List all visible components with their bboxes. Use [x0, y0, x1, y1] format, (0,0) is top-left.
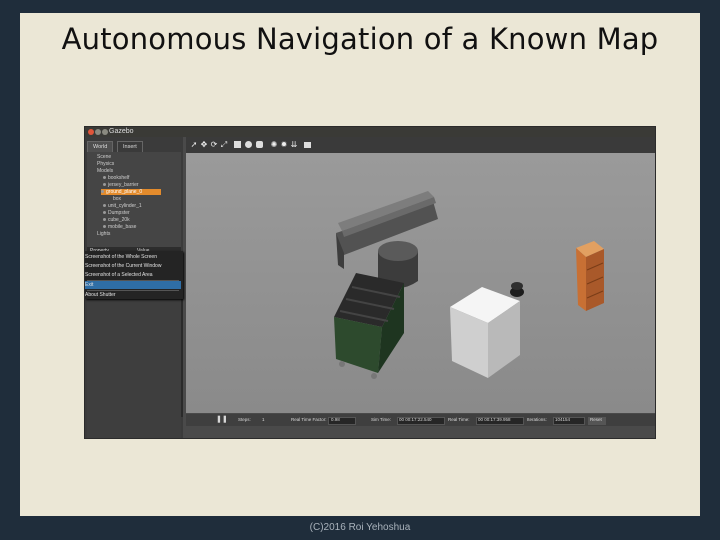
- model-bullet-icon: [103, 183, 106, 187]
- slide-title: Autonomous Navigation of a Known Map: [61, 22, 659, 56]
- tree-item-label: unit_cylinder_1: [108, 203, 142, 209]
- iterations-value: 104154: [555, 417, 571, 422]
- tree-item-label: jersey_barrier: [108, 182, 139, 188]
- box-shape-icon[interactable]: [234, 141, 241, 148]
- menu-item-screenshot-window[interactable]: Screenshot of the Current Window: [85, 262, 181, 270]
- toolbar: ➚ ✥ ⟳ ⤢ ✺ ✹ ⇊: [186, 137, 655, 153]
- tree-item-label: bookshelf: [108, 175, 130, 181]
- tree-item-box[interactable]: box: [113, 196, 121, 202]
- steps-value: 1: [262, 417, 265, 422]
- tree-item-cube[interactable]: cube_20k: [103, 217, 130, 223]
- tree-item-unit-cylinder[interactable]: unit_cylinder_1: [103, 203, 142, 209]
- real-time-value: 00 00:17:39.958: [478, 417, 511, 422]
- tree-item-label: mobile_base: [108, 224, 137, 230]
- spot-light-icon[interactable]: ✹: [280, 141, 288, 149]
- minimize-icon[interactable]: [95, 129, 101, 135]
- scene-viewport[interactable]: [186, 153, 655, 413]
- slide-footer: (C)2016 Roi Yehoshua: [309, 522, 411, 533]
- model-bullet-icon: [103, 225, 106, 229]
- tree-item-mobile-base[interactable]: mobile_base: [103, 224, 136, 230]
- model-bullet-icon: [103, 218, 106, 222]
- gazebo-window: Gazebo World Insert Scene Physics Models…: [84, 126, 656, 439]
- rtf-label: Real Time Factor:: [291, 417, 327, 422]
- model-bullet-icon: [101, 190, 104, 194]
- rtf-value: 0.98: [331, 417, 340, 422]
- iterations-label: Iterations:: [527, 417, 547, 422]
- close-icon[interactable]: [88, 129, 94, 135]
- window-titlebar: Gazebo: [85, 127, 655, 137]
- tree-item-dumpster[interactable]: Dumpster: [103, 210, 130, 216]
- menu-item-screenshot-area[interactable]: Screenshot of a Selected Area: [85, 271, 181, 279]
- tree-item-ground-plane[interactable]: ground_plane_0: [101, 189, 161, 195]
- tree-item-models[interactable]: Models: [97, 168, 113, 174]
- sim-time-label: Sim Time:: [371, 417, 392, 422]
- cylinder-shape-icon[interactable]: [256, 141, 263, 148]
- model-bullet-icon: [103, 211, 106, 215]
- context-menu: Screenshot of the Whole Screen Screensho…: [85, 251, 183, 299]
- world-tree: Scene Physics Models bookshelf jersey_ba…: [87, 152, 181, 247]
- tree-item-lights[interactable]: Lights: [97, 231, 110, 237]
- bookshelf[interactable]: [576, 241, 604, 311]
- menu-item-screenshot-screen[interactable]: Screenshot of the Whole Screen: [85, 253, 181, 261]
- translate-icon[interactable]: ✥: [200, 141, 208, 149]
- model-bullet-icon: [103, 176, 106, 180]
- tree-item-physics[interactable]: Physics: [97, 161, 114, 167]
- sim-time-value: 00 00:17:22.540: [399, 417, 432, 422]
- pause-icon[interactable]: ❚❚: [216, 414, 228, 426]
- directional-light-icon[interactable]: ⇊: [290, 141, 298, 149]
- rotate-icon[interactable]: ⟳: [210, 141, 218, 149]
- menu-item-exit[interactable]: Exit: [85, 281, 181, 289]
- select-arrow-icon[interactable]: ➚: [190, 141, 198, 149]
- scale-icon[interactable]: ⤢: [220, 141, 228, 149]
- model-bullet-icon: [103, 204, 106, 208]
- real-time-label: Real Time:: [448, 417, 470, 422]
- tree-item-bookshelf[interactable]: bookshelf: [103, 175, 129, 181]
- tree-item-label: Dumpster: [108, 210, 130, 216]
- sphere-shape-icon[interactable]: [245, 141, 252, 148]
- tree-item-jersey-barrier[interactable]: jersey_barrier: [103, 182, 139, 188]
- window-title: Gazebo: [109, 128, 134, 135]
- status-bar: ❚❚ Steps: 1 Real Time Factor: 0.98 Sim T…: [186, 414, 655, 426]
- tree-item-scene[interactable]: Scene: [97, 154, 111, 160]
- mobile-base[interactable]: [510, 282, 524, 297]
- camera-icon[interactable]: [304, 142, 311, 148]
- tree-item-label: cube_20k: [108, 217, 130, 223]
- menu-item-about[interactable]: About Shutter: [85, 291, 181, 299]
- steps-label: Steps:: [238, 417, 251, 422]
- tree-item-label: ground_plane_0: [106, 189, 143, 195]
- point-light-icon[interactable]: ✺: [270, 141, 278, 149]
- reset-label: Reset: [590, 417, 602, 422]
- maximize-icon[interactable]: [102, 129, 108, 135]
